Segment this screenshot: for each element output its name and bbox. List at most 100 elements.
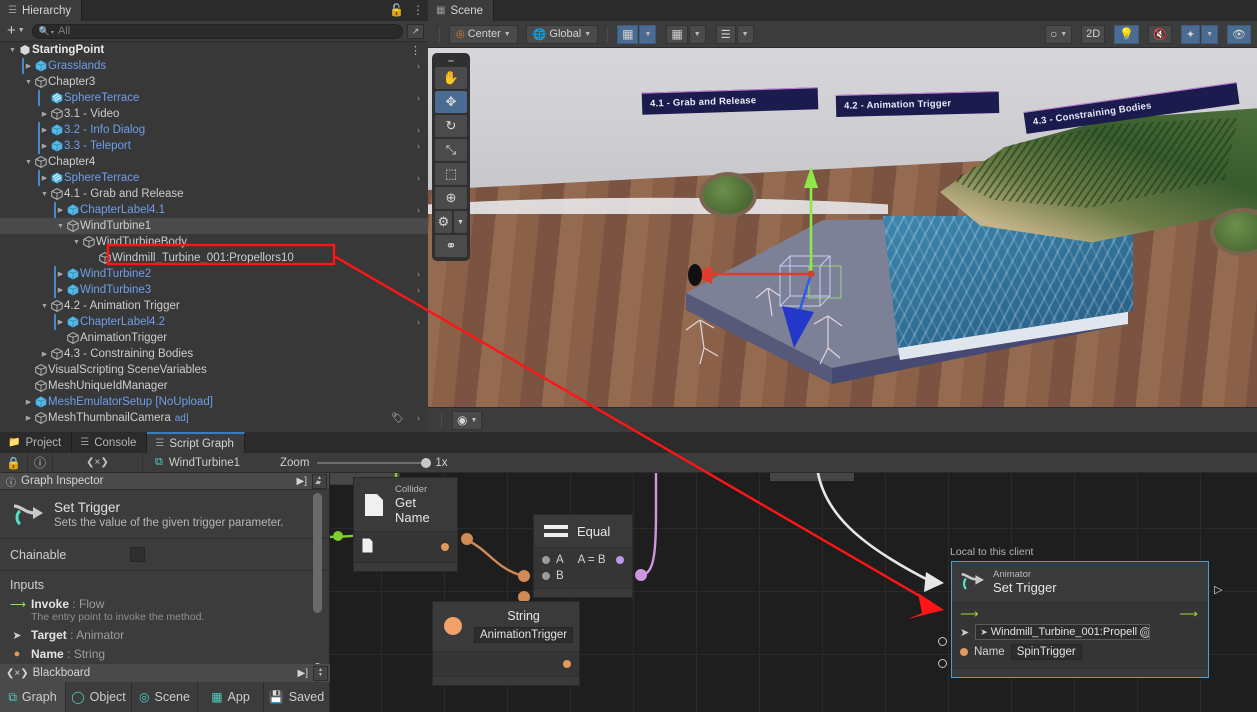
tab-script-graph[interactable]: ☰Script Graph [147, 432, 245, 453]
hand-tool[interactable]: ✋ [435, 67, 467, 89]
hierarchy-row[interactable]: SphereTerrace› [0, 170, 428, 186]
open-prefab-chevron-icon[interactable]: › [417, 205, 420, 215]
lock-icon[interactable]: 🔓 [389, 3, 404, 17]
expand-arrow-icon[interactable] [39, 303, 50, 310]
node-target-row[interactable]: ➤ ➤ Windmill_Turbine_001:Propell ◎ [952, 622, 1208, 642]
expand-arrow-icon[interactable] [39, 110, 50, 118]
chevron-down-icon[interactable]: ▼ [454, 211, 467, 233]
hierarchy-row[interactable]: 4.3 - Constraining Bodies [0, 346, 428, 362]
rect-tool[interactable]: ⬚ [435, 163, 467, 185]
scope-tab-app[interactable]: ▦App [198, 682, 264, 712]
create-gameobject-button[interactable]: + ▼ [4, 24, 28, 38]
expand-arrow-icon[interactable] [23, 159, 34, 166]
hierarchy-row[interactable]: MeshEmulatorSetup [NoUpload] [0, 394, 428, 410]
hierarchy-row[interactable]: SphereTerrace› [0, 90, 428, 106]
expand-arrow-icon[interactable] [23, 62, 34, 70]
hierarchy-row[interactable]: 4.1 - Grab and Release [0, 186, 428, 202]
scene-visibility-button[interactable]: 👁 [1227, 25, 1251, 44]
expand-arrow-icon[interactable] [39, 350, 50, 358]
scope-tab-object[interactable]: ◯Object [66, 682, 132, 712]
toggle-2d-button[interactable]: 2D [1081, 25, 1105, 44]
tab-hierarchy[interactable]: ☰ Hierarchy [0, 0, 82, 21]
hierarchy-row[interactable]: WindTurbine2› [0, 266, 428, 282]
scroll-thumb[interactable] [313, 493, 322, 613]
effects-button[interactable]: ✦ [1181, 25, 1200, 44]
expand-arrow-icon[interactable] [39, 174, 50, 182]
zoom-slider[interactable] [317, 462, 427, 464]
hierarchy-row[interactable]: MeshUniqueIdManager [0, 378, 428, 394]
node-output-triangle-icon[interactable]: ▷ [1214, 583, 1222, 596]
open-prefab-chevron-icon[interactable]: › [417, 125, 420, 135]
shading-mode-button[interactable]: ○ ▼ [1045, 25, 1072, 44]
expand-arrow-icon[interactable] [55, 270, 66, 278]
blackboard-bar[interactable]: ❮×❯ Blackboard ▶] ▲▼ [0, 664, 330, 682]
search-in-window-button[interactable]: ↗ [407, 24, 424, 39]
grid-axis-dropdown[interactable]: ▼ [639, 25, 656, 44]
component-tool-icon[interactable]: ⚭ [435, 235, 467, 257]
inspector-scrollbar[interactable]: ▲ ▼ [312, 479, 323, 669]
hierarchy-row[interactable]: ChapterLabel4.1› [0, 202, 428, 218]
graph-variables-button[interactable]: ❮×❯ [53, 453, 143, 473]
expand-arrow-icon[interactable] [23, 79, 34, 86]
kebab-menu-icon[interactable]: ⋮ [412, 3, 424, 17]
expand-arrow-icon[interactable] [55, 223, 66, 230]
graph-zoom-control[interactable]: Zoom 1x [280, 457, 448, 469]
hierarchy-row[interactable]: 3.3 - Teleport› [0, 138, 428, 154]
open-prefab-chevron-icon[interactable]: › [417, 317, 420, 327]
object-picker-icon[interactable]: ◎ [1140, 627, 1150, 638]
hierarchy-row[interactable]: 4.2 - Animation Trigger [0, 298, 428, 314]
node-animator-set-trigger[interactable]: Animator Set Trigger ⟶ ⟶ ➤ ➤ Windmill_Tu… [951, 561, 1209, 678]
open-prefab-chevron-icon[interactable]: › [417, 61, 420, 71]
hierarchy-search-input[interactable]: 🔍 All [32, 24, 403, 39]
scope-tab-graph[interactable]: ⧉Graph [0, 682, 66, 712]
output-port-dot[interactable] [616, 556, 624, 564]
expand-panel-button[interactable]: ▶] [294, 476, 310, 487]
tab-console[interactable]: ☰Console [72, 432, 147, 453]
output-port-dot[interactable] [563, 660, 571, 668]
hierarchy-row[interactable]: WindTurbine1 [0, 218, 428, 234]
node-output-row[interactable] [433, 656, 579, 672]
zoom-slider-knob[interactable] [421, 458, 431, 468]
expand-arrow-icon[interactable] [55, 286, 66, 294]
open-prefab-chevron-icon[interactable]: › [417, 93, 420, 103]
node-name-row[interactable]: Name SpinTrigger [952, 642, 1208, 662]
hierarchy-row[interactable]: Chapter3 [0, 74, 428, 90]
effects-dropdown[interactable]: ▼ [1201, 25, 1218, 44]
scene-tool-palette[interactable]: ━ ✋✥↻⤡⬚⊕⚙▼⚭ [432, 53, 470, 261]
expand-arrow-icon[interactable] [23, 414, 34, 422]
hierarchy-row[interactable]: Grasslands› [0, 58, 428, 74]
rotate-tool[interactable]: ↻ [435, 115, 467, 137]
script-graph-canvas[interactable]: Collider Get Name [330, 473, 1257, 712]
blackboard-stepper[interactable]: ▲▼ [313, 666, 328, 681]
input-port-dot[interactable] [960, 648, 968, 656]
handle-space-button[interactable]: 🌐 Global ▼ [526, 25, 598, 44]
hierarchy-row[interactable]: WindTurbine3› [0, 282, 428, 298]
node-equal[interactable]: Equal A A = B B [533, 514, 633, 598]
hierarchy-row[interactable]: Chapter4 [0, 154, 428, 170]
node-output-row[interactable] [354, 536, 457, 558]
name-value-field[interactable]: SpinTrigger [1011, 644, 1082, 660]
scope-tab-saved[interactable]: 💾Saved [264, 682, 330, 712]
scroll-up-arrow[interactable]: ▲ [312, 479, 323, 486]
hierarchy-row[interactable]: VisualScripting SceneVariables [0, 362, 428, 378]
hierarchy-row[interactable]: ChapterLabel4.2› [0, 314, 428, 330]
hierarchy-row[interactable]: WindTurbineBody [0, 234, 428, 250]
snap-increment-button[interactable]: ▦ [666, 25, 687, 44]
node-port-b[interactable]: B [534, 568, 632, 584]
tab-project[interactable]: 📁Project [0, 432, 72, 453]
toggle-lighting-button[interactable]: 💡 [1114, 25, 1139, 44]
measure-dropdown[interactable]: ▼ [737, 25, 754, 44]
open-prefab-chevron-icon[interactable]: › [417, 285, 420, 295]
flow-out-arrow-icon[interactable]: ⟶ [1179, 609, 1198, 619]
expand-arrow-icon[interactable] [23, 398, 34, 406]
graph-breadcrumb[interactable]: ⧉ WindTurbine1 [143, 456, 252, 469]
input-port-dot[interactable] [542, 556, 550, 564]
measure-tool-button[interactable]: ☰ [716, 25, 736, 44]
snap-dropdown[interactable]: ▼ [689, 25, 706, 44]
hierarchy-row[interactable]: MeshThumbnailCameraad]🏷› [0, 410, 428, 426]
input-port-dot[interactable] [542, 572, 550, 580]
hierarchy-row[interactable]: AnimationTrigger [0, 330, 428, 346]
node-port-a[interactable]: A A = B [534, 552, 632, 568]
transform-tool[interactable]: ⊕ [435, 187, 467, 209]
open-prefab-chevron-icon[interactable]: › [417, 173, 420, 183]
